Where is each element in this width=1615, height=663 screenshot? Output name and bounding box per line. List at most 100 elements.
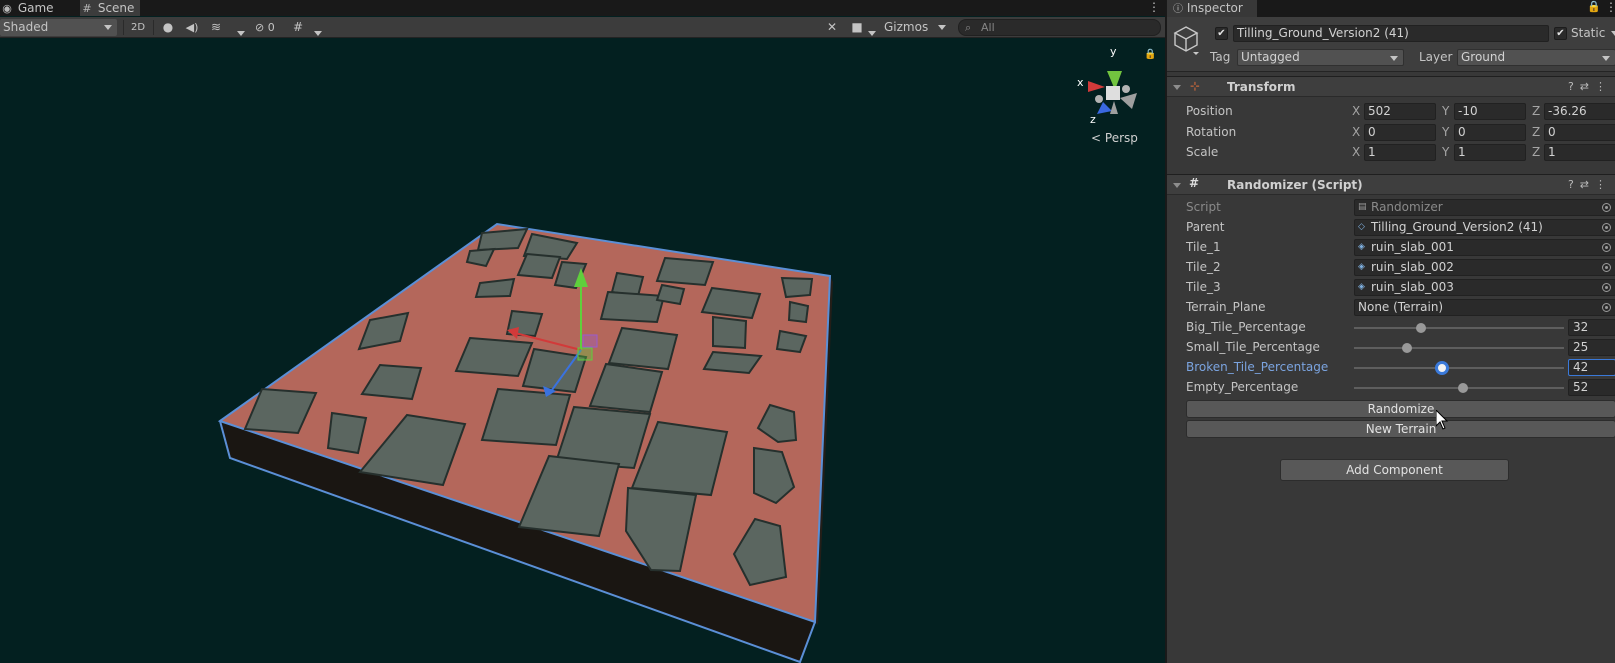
big-tile-percentage-label: Big_Tile_Percentage — [1186, 320, 1306, 334]
new-terrain-label: New Terrain — [1365, 422, 1437, 436]
static-dropdown[interactable]: Static — [1571, 26, 1615, 40]
position-z-axis-label: Z — [1532, 104, 1541, 118]
gameobject-icon: ◇ — [1358, 222, 1365, 232]
hidden-objects-toggle[interactable]: ⊘ 0 — [255, 19, 283, 36]
small-tile-percentage-slider-track[interactable] — [1354, 347, 1564, 349]
small-tile-percentage-value-field[interactable]: 25 — [1568, 339, 1615, 356]
new-terrain-button[interactable]: New Terrain — [1186, 420, 1615, 438]
rotation-z-field[interactable]: 0 — [1544, 124, 1615, 141]
broken-tile-percentage-slider-track[interactable] — [1354, 367, 1564, 369]
chevron-down-icon — [938, 25, 946, 30]
big-tile-percentage-slider-thumb[interactable] — [1416, 323, 1427, 333]
broken-tile-percentage-value-field[interactable]: 42 — [1568, 359, 1615, 376]
active-checkbox[interactable]: ✔ — [1215, 27, 1228, 40]
scene-viewport[interactable]: y x z 🔒 < Persp — [0, 39, 1165, 663]
camera-icon[interactable]: ■ — [849, 19, 865, 36]
component-header-icons: ?⇄⋮ — [1568, 178, 1612, 191]
randomize-button[interactable]: Randomize — [1186, 400, 1615, 418]
slab — [476, 227, 529, 252]
big-tile-percentage-value-field[interactable]: 32 — [1568, 319, 1615, 336]
object-picker-icon[interactable] — [1602, 283, 1611, 292]
chevron-down-icon — [1390, 56, 1398, 61]
parent-field[interactable]: ◇ Tilling_Ground_Version2 (41) — [1354, 219, 1615, 236]
foldout-icon[interactable] — [1173, 183, 1181, 188]
object-picker-icon[interactable] — [1602, 303, 1611, 312]
tab-game-label: Game — [17, 1, 54, 15]
shading-mode-value: Shaded — [3, 20, 49, 34]
scale-z-field[interactable]: 1 — [1544, 144, 1615, 161]
layer-value: Ground — [1461, 50, 1506, 64]
scale-label: Scale — [1186, 145, 1219, 159]
static-checkbox[interactable]: ✔ — [1554, 27, 1567, 40]
prefab-icon: ◈ — [1358, 262, 1365, 272]
terrain-plane-field[interactable]: None (Terrain) — [1354, 299, 1615, 316]
foldout-icon[interactable] — [1173, 85, 1181, 90]
lighting-toggle-icon[interactable]: ● — [160, 19, 176, 36]
help-icon[interactable]: ? — [1568, 80, 1580, 93]
scene-search-input[interactable]: ⌕ All — [958, 19, 1161, 36]
randomizer-title: Randomizer (Script) — [1227, 178, 1363, 192]
position-x-field[interactable]: 502 — [1364, 103, 1436, 120]
chevron-down-icon — [1611, 31, 1615, 36]
empty-percentage-value-field[interactable]: 52 — [1568, 379, 1615, 396]
projection-toggle[interactable]: < Persp — [1091, 131, 1138, 145]
gizmos-dropdown[interactable]: Gizmos — [884, 19, 946, 36]
object-name-value: Tilling_Ground_Version2 (41) — [1237, 26, 1409, 40]
orientation-gizmo[interactable]: y x z — [1077, 45, 1137, 126]
inspector-panel: ⓘ Inspector 🔒 ⋮ ✔ Tilling_Ground_Version… — [1166, 0, 1615, 663]
tile-3-field[interactable]: ◈ ruin_slab_003 — [1354, 279, 1615, 296]
presets-icon[interactable]: ⇄ — [1580, 80, 1595, 93]
scale-y-field[interactable]: 1 — [1454, 144, 1526, 161]
more-options-icon[interactable]: ⋮ — [1605, 0, 1615, 14]
audio-toggle-icon[interactable]: ◀) — [183, 19, 201, 36]
lock-inspector-icon[interactable]: 🔒 — [1587, 0, 1601, 13]
randomizer-header[interactable]: # Randomizer (Script) ?⇄⋮ — [1167, 174, 1615, 195]
object-picker-icon[interactable] — [1602, 263, 1611, 272]
axis-y-label: y — [1110, 45, 1117, 58]
more-options-icon[interactable]: ⋮ — [1148, 0, 1160, 14]
tab-inspector[interactable]: ⓘ Inspector — [1167, 0, 1257, 17]
gameobject-cube-icon — [1173, 26, 1199, 55]
script-field: ▤ Randomizer — [1354, 199, 1615, 216]
layer-dropdown[interactable]: Ground — [1457, 49, 1615, 66]
lock-icon[interactable]: 🔒 — [1144, 49, 1156, 60]
slab — [712, 315, 748, 350]
presets-icon[interactable]: ⇄ — [1580, 178, 1595, 191]
big-tile-percentage-slider-track[interactable] — [1354, 327, 1564, 329]
slab — [700, 286, 762, 320]
tag-dropdown[interactable]: Untagged — [1237, 49, 1404, 66]
more-options-icon[interactable]: ⋮ — [1595, 178, 1612, 191]
position-y-field[interactable]: -10 — [1454, 103, 1526, 120]
help-icon[interactable]: ? — [1568, 178, 1580, 191]
rotation-x-field[interactable]: 0 — [1364, 124, 1436, 141]
tile-3-label: Tile_3 — [1186, 280, 1221, 294]
empty-percentage-slider-thumb[interactable] — [1458, 383, 1469, 393]
tab-game[interactable]: ◉ Game — [0, 0, 78, 16]
object-name-field[interactable]: Tilling_Ground_Version2 (41) — [1233, 25, 1549, 42]
object-picker-icon[interactable] — [1602, 223, 1611, 232]
slab — [326, 411, 368, 455]
add-component-button[interactable]: Add Component — [1280, 459, 1509, 481]
position-z-field[interactable]: -36.26 — [1544, 103, 1615, 120]
object-picker-icon[interactable] — [1602, 243, 1611, 252]
toggle-2d-button[interactable]: 2D — [127, 19, 149, 36]
more-options-icon[interactable]: ⋮ — [1595, 80, 1612, 93]
shading-mode-dropdown[interactable]: Shaded — [0, 19, 117, 36]
rotation-y-field[interactable]: 0 — [1454, 124, 1526, 141]
tile-1-field[interactable]: ◈ ruin_slab_001 — [1354, 239, 1615, 256]
grid-toggle-icon[interactable]: # — [290, 19, 306, 36]
position-label: Position — [1186, 104, 1233, 118]
tile-2-field[interactable]: ◈ ruin_slab_002 — [1354, 259, 1615, 276]
rotation-z-axis-label: Z — [1532, 125, 1541, 139]
tile-1-label: Tile_1 — [1186, 240, 1221, 254]
tab-scene-label: Scene — [97, 1, 135, 15]
small-tile-percentage-slider-thumb[interactable] — [1401, 343, 1412, 353]
scale-x-field[interactable]: 1 — [1364, 144, 1436, 161]
tab-scene[interactable]: # Scene — [80, 0, 140, 16]
effects-toggle-icon[interactable]: ≋ — [207, 19, 225, 36]
tools-icon[interactable]: ✕ — [824, 19, 840, 36]
transform-header[interactable]: ⊹ Transform ?⇄⋮ — [1167, 76, 1615, 97]
broken-tile-percentage-slider-thumb[interactable] — [1435, 361, 1450, 375]
eye-slash-icon: ⊘ — [255, 21, 265, 34]
terrain-plane-value: None (Terrain) — [1358, 300, 1444, 314]
